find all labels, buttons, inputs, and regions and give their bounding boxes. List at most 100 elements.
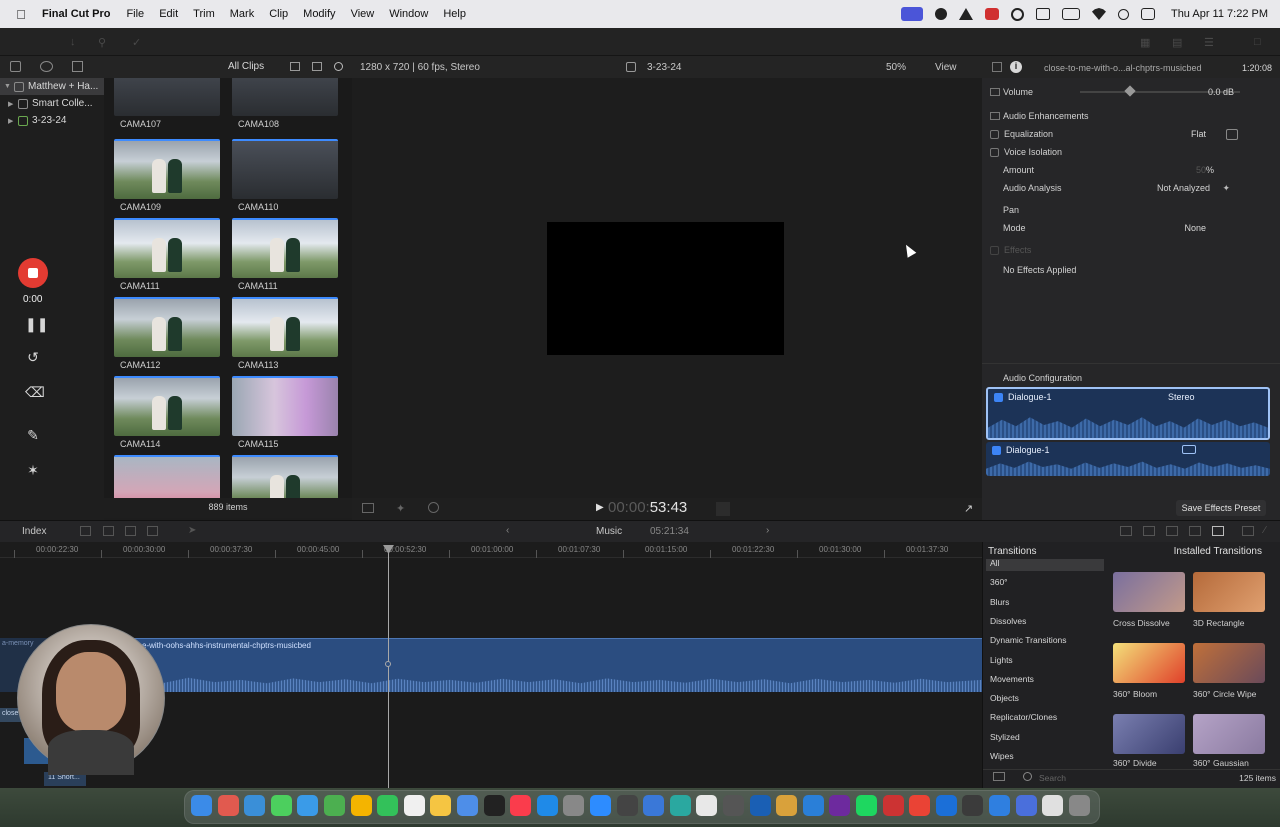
apple-menu-icon[interactable]:  xyxy=(14,7,28,22)
audio-channel[interactable]: Dialogue-1 xyxy=(986,442,1270,476)
effects-browser-icon[interactable] xyxy=(1212,526,1224,536)
dock-app-icon[interactable] xyxy=(510,795,532,816)
clip-thumbnail[interactable]: CAMA111 xyxy=(232,218,338,291)
dock-app-icon[interactable] xyxy=(350,795,372,816)
sidebar-toggle-icon[interactable] xyxy=(993,772,1005,781)
disclosure-triangle-icon[interactable]: ▶ xyxy=(8,117,18,125)
dock-app-icon[interactable] xyxy=(483,795,505,816)
dock-app-icon[interactable] xyxy=(377,795,399,816)
dock-app-icon[interactable] xyxy=(802,795,824,816)
clock[interactable]: Thu Apr 11 7:22 PM xyxy=(1171,8,1268,20)
zoom-menu[interactable]: 50% xyxy=(886,62,906,73)
transition-category[interactable]: Dynamic Transitions xyxy=(990,635,1067,645)
layout-icon[interactable]: ▦ xyxy=(1140,36,1150,49)
clip-thumbnail[interactable]: CAMA108 xyxy=(232,78,338,129)
dock-app-icon[interactable] xyxy=(882,795,904,816)
snapping-icon[interactable] xyxy=(103,526,114,536)
dock-app-icon[interactable] xyxy=(536,795,558,816)
dock-app-icon[interactable] xyxy=(430,795,452,816)
photos-icon[interactable] xyxy=(40,61,53,72)
dock-app-icon[interactable] xyxy=(324,795,345,816)
transition-thumbnail[interactable] xyxy=(1193,643,1265,683)
menu-file[interactable]: File xyxy=(126,8,144,20)
transition-category[interactable]: Blurs xyxy=(990,597,1009,607)
arrow-tool-icon[interactable]: ➤ xyxy=(188,525,196,536)
channel-format-select[interactable]: Stereo xyxy=(1168,392,1195,402)
dock-app-icon[interactable] xyxy=(297,795,319,816)
audio-clip[interactable]: e-with-oohs-ahhs-instrumental-chptrs-mus… xyxy=(110,638,982,692)
dock-app-icon[interactable] xyxy=(643,795,665,816)
library-row[interactable]: ▶ Smart Colle... xyxy=(0,95,104,112)
dock-app-icon[interactable] xyxy=(962,795,984,816)
record-stop-button[interactable] xyxy=(18,258,48,288)
sliders-icon[interactable]: ☰ xyxy=(1204,36,1214,49)
dock-app-icon[interactable] xyxy=(563,795,585,816)
channel-checkbox[interactable] xyxy=(992,445,1001,455)
clip-appearance-icon[interactable] xyxy=(80,526,91,536)
transition-thumbnail[interactable] xyxy=(1113,643,1185,683)
transitions-search-input[interactable]: Search xyxy=(1039,773,1066,783)
dock-app-icon[interactable] xyxy=(776,795,798,816)
index-button[interactable]: Index xyxy=(22,526,46,537)
battery-icon[interactable] xyxy=(1061,8,1080,20)
transition-category[interactable]: Wipes xyxy=(990,751,1014,761)
dock-app-icon[interactable] xyxy=(590,795,611,816)
voice-isolation-checkbox[interactable] xyxy=(990,147,999,157)
clip-thumbnail[interactable]: CAMA110 xyxy=(232,139,338,212)
arrow-icon[interactable] xyxy=(958,8,973,20)
fullscreen-icon[interactable]: ↗ xyxy=(964,502,973,515)
eq-graph-icon[interactable] xyxy=(1226,128,1238,140)
disclosure-triangle-icon[interactable]: ▼ xyxy=(4,83,14,90)
transition-category[interactable]: Replicator/Clones xyxy=(990,712,1057,722)
viewer-frame[interactable] xyxy=(547,222,784,355)
solo-icon[interactable] xyxy=(147,526,158,536)
dock-app-icon[interactable] xyxy=(749,795,771,816)
dock-app-icon[interactable] xyxy=(1068,795,1090,816)
save-effects-preset-button[interactable]: Save Effects Preset xyxy=(1176,500,1266,516)
audio-meters-icon[interactable] xyxy=(1120,526,1132,536)
speaker-icon[interactable] xyxy=(992,62,1002,72)
clip-thumbnail[interactable] xyxy=(114,455,220,498)
channel-format-icon[interactable] xyxy=(1182,445,1196,454)
menu-modify[interactable]: Modify xyxy=(303,8,335,20)
solo-audio-icon[interactable] xyxy=(1143,526,1155,536)
speed-icon[interactable] xyxy=(428,502,439,513)
mode-select[interactable]: None xyxy=(1184,223,1206,233)
clip-thumbnail[interactable]: CAMA115 xyxy=(232,376,338,449)
search-icon[interactable] xyxy=(334,62,343,71)
control-center-icon[interactable] xyxy=(1140,8,1155,20)
magic-wand-icon[interactable]: ✦ xyxy=(1222,183,1230,194)
library-row[interactable]: ▼ Matthew + Ha... xyxy=(0,78,104,95)
equalization-select[interactable]: Flat xyxy=(1191,129,1206,139)
back-arrow-icon[interactable]: ‹ xyxy=(506,525,509,536)
dock-app-icon[interactable] xyxy=(1042,795,1064,816)
transition-category[interactable]: Dissolves xyxy=(990,616,1026,626)
magic-wand-icon[interactable]: ✦ xyxy=(396,502,405,515)
menu-help[interactable]: Help xyxy=(443,8,466,20)
dock-app-icon[interactable] xyxy=(989,795,1010,816)
transform-icon[interactable] xyxy=(362,503,374,513)
channel-checkbox[interactable] xyxy=(994,392,1003,402)
gear-icon[interactable] xyxy=(934,8,947,20)
disclosure-triangle-icon[interactable]: ▶ xyxy=(8,100,18,108)
transition-thumbnail[interactable] xyxy=(1193,572,1265,612)
playhead[interactable] xyxy=(388,546,389,788)
effects-checkbox[interactable] xyxy=(990,245,999,255)
dock-app-icon[interactable] xyxy=(669,795,691,816)
transition-thumbnail[interactable] xyxy=(1193,714,1265,754)
library-icon[interactable] xyxy=(10,61,21,72)
menu-window[interactable]: Window xyxy=(389,8,428,20)
transition-thumbnail[interactable] xyxy=(1113,572,1185,612)
dock-app-icon[interactable] xyxy=(270,795,292,816)
dock-app-icon[interactable] xyxy=(244,795,266,816)
clip-thumbnail[interactable]: CAMA112 xyxy=(114,297,220,370)
keyboard-icon[interactable] xyxy=(1035,8,1050,20)
clip-thumbnail[interactable] xyxy=(232,455,338,498)
filmstrip-icon[interactable] xyxy=(290,62,300,71)
dock-app-icon[interactable] xyxy=(696,795,718,816)
dock-app-icon[interactable] xyxy=(829,795,851,816)
dock-app-icon[interactable] xyxy=(1015,795,1037,816)
list-view-icon[interactable] xyxy=(312,62,322,71)
forward-arrow-icon[interactable]: › xyxy=(766,525,769,536)
dock-app-icon[interactable] xyxy=(723,795,744,816)
